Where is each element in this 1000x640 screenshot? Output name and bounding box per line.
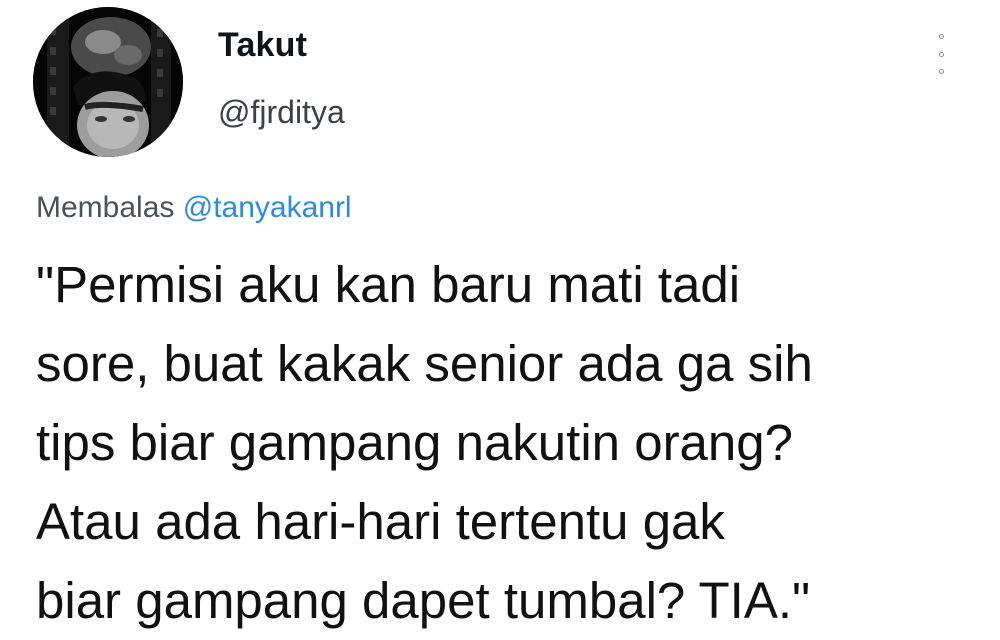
reply-prefix: Membalas [36,191,175,224]
more-options-icon[interactable] [928,34,954,74]
tweet-text-line: tips biar gampang nakutin orang? [36,414,794,471]
user-handle[interactable]: @fjrditya [218,94,345,131]
dot [938,69,944,74]
reply-context: Membalas @tanyakanrl [36,191,352,225]
reply-mention-link[interactable]: @tanyakanrl [183,191,352,224]
tweet-text-line: biar gampang dapet tumbal? TIA." [36,572,811,629]
display-name[interactable]: Takut [218,26,307,65]
dot [938,51,944,57]
tweet-text-line: "Permisi aku kan baru mati tadi [36,256,741,313]
tweet-card: Takut @fjrditya Membalas @tanyakanrl "Pe… [0,0,1000,636]
tweet-text: "Permisi aku kan baru mati tadi sore, bu… [36,245,986,640]
tweet-text-line: Atau ada hari-hari tertentu gak [36,493,725,550]
avatar[interactable] [33,7,183,157]
dot [938,34,944,39]
tweet-text-line: sore, buat kakak senior ada ga sih [36,335,813,392]
avatar-image [33,7,183,157]
